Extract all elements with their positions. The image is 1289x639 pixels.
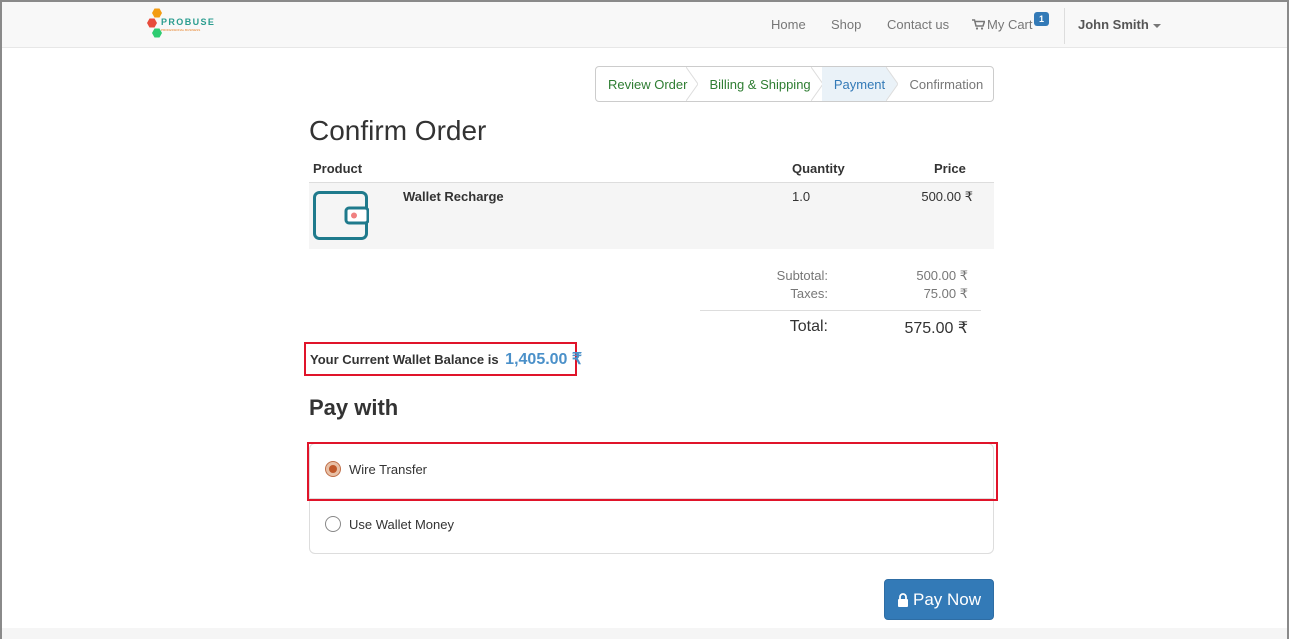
nav-divider bbox=[1064, 8, 1065, 44]
logo-hex-red bbox=[147, 18, 157, 28]
total-value: 575.00 ₹ bbox=[904, 320, 968, 337]
logo-text: PROBUSE bbox=[161, 17, 216, 27]
step-payment[interactable]: Payment bbox=[821, 67, 899, 101]
wallet-money-radio[interactable] bbox=[325, 516, 341, 532]
checkout-steps: Review Order Billing & Shipping Payment … bbox=[595, 66, 994, 102]
probuse-logo[interactable]: PROBUSE PROFESSIONAL BUSINESS bbox=[145, 6, 225, 44]
nav-shop[interactable]: Shop bbox=[831, 17, 861, 32]
total-label: Total: bbox=[789, 318, 828, 335]
step-label: Payment bbox=[833, 76, 886, 92]
option-label: Wire Transfer bbox=[349, 461, 428, 477]
subtotal-value: 500.00 ₹ bbox=[916, 268, 968, 283]
option-wire-transfer[interactable]: Wire Transfer bbox=[325, 461, 427, 477]
subtotal-label: Subtotal: bbox=[776, 268, 828, 283]
step-label: Billing & Shipping bbox=[709, 76, 811, 92]
product-quantity: 1.0 bbox=[792, 189, 811, 204]
wallet-balance-value: 1,405.00 ₹ bbox=[505, 351, 583, 368]
taxes-label: Taxes: bbox=[790, 286, 828, 301]
user-menu[interactable]: John Smith bbox=[1078, 17, 1161, 32]
nav-home[interactable]: Home bbox=[771, 17, 806, 32]
footer-strip bbox=[2, 628, 1287, 639]
step-confirmation: Confirmation bbox=[897, 67, 993, 101]
cart-count-badge: 1 bbox=[1034, 12, 1050, 26]
lock-icon bbox=[897, 592, 908, 607]
pay-with-title: Pay with bbox=[309, 395, 399, 420]
wallet-balance-label: Your Current Wallet Balance is bbox=[310, 352, 499, 367]
product-price: 500.00 ₹ bbox=[921, 189, 973, 204]
step-label: Review Order bbox=[608, 76, 688, 92]
wallet-icon bbox=[313, 191, 369, 240]
nav-contact[interactable]: Contact us bbox=[887, 17, 949, 32]
nav-cart-label: My Cart bbox=[987, 17, 1033, 32]
logo-tagline: PROFESSIONAL BUSINESS bbox=[161, 28, 201, 32]
option-use-wallet-money[interactable]: Use Wallet Money bbox=[325, 516, 454, 532]
page-title: Confirm Order bbox=[309, 115, 487, 146]
navbar: PROBUSE PROFESSIONAL BUSINESS Home Shop … bbox=[2, 2, 1287, 48]
option-label: Use Wallet Money bbox=[349, 516, 454, 532]
pay-now-label: Pay Now bbox=[912, 589, 982, 609]
totals-divider bbox=[700, 310, 981, 311]
user-name: John Smith bbox=[1078, 17, 1149, 32]
step-billing-shipping[interactable]: Billing & Shipping bbox=[697, 67, 823, 101]
nav-cart[interactable]: My Cart bbox=[972, 17, 1033, 32]
taxes-value: 75.00 ₹ bbox=[923, 286, 968, 301]
wire-transfer-radio[interactable] bbox=[325, 461, 341, 477]
step-label: Confirmation bbox=[909, 76, 984, 92]
product-name[interactable]: Wallet Recharge bbox=[403, 189, 504, 204]
wallet-balance-box: Your Current Wallet Balance is 1,405.00 … bbox=[304, 342, 582, 376]
header-quantity: Quantity bbox=[792, 161, 845, 176]
step-review-order[interactable]: Review Order bbox=[596, 67, 699, 101]
header-price: Price bbox=[934, 161, 966, 176]
cart-icon bbox=[972, 19, 986, 30]
caret-down-icon bbox=[1152, 23, 1161, 28]
pay-now-button[interactable]: Pay Now bbox=[884, 579, 994, 620]
header-product: Product bbox=[313, 161, 363, 176]
